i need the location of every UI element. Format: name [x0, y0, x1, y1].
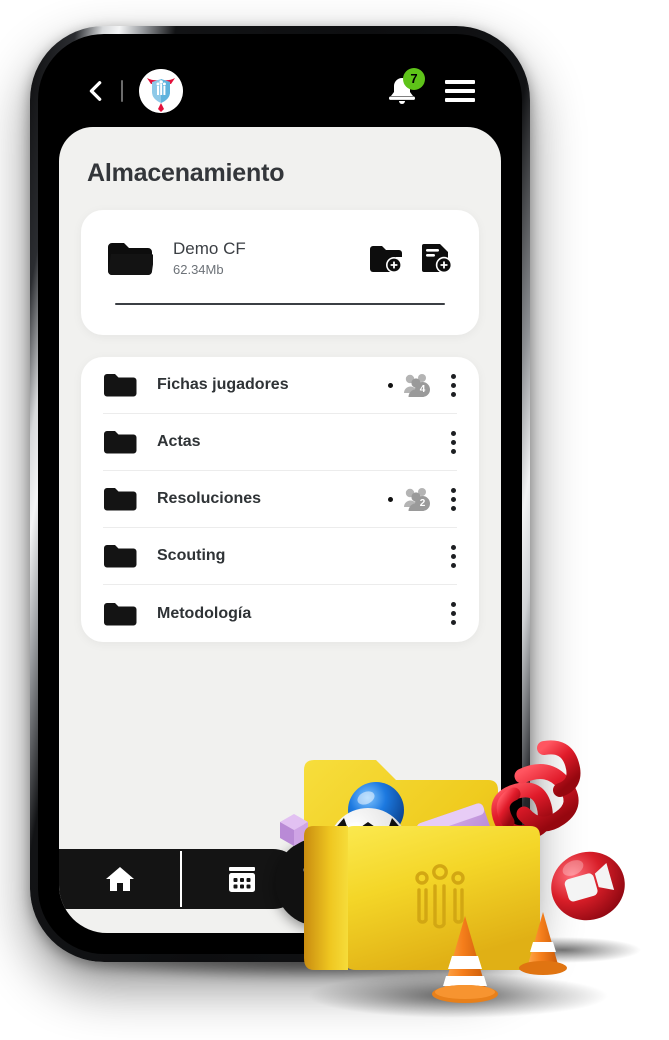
app-top-bar: 7 [59, 55, 501, 127]
kebab-menu-icon[interactable] [445, 370, 457, 401]
video-camera-badge [551, 851, 625, 921]
kebab-menu-icon[interactable] [445, 541, 457, 572]
back-chevron-icon[interactable] [85, 80, 107, 102]
purple-cube [280, 814, 308, 846]
folder-name: Scouting [157, 547, 226, 565]
root-folder-size: 62.34Mb [173, 262, 224, 278]
folder-row-scouting[interactable]: Scouting [103, 528, 457, 586]
folder-icon [104, 488, 137, 511]
page-title: Almacenamiento [87, 159, 285, 187]
folder-share-indicator[interactable]: 2 [388, 487, 431, 512]
hamburger-menu-icon[interactable] [445, 80, 475, 102]
root-folder-row[interactable]: Demo CF 62.34Mb [107, 238, 453, 277]
calendar-icon [229, 867, 256, 892]
root-folder-divider [115, 303, 445, 306]
folder-row-resoluciones[interactable]: Resoluciones 2 [103, 471, 457, 529]
folder-name: Metodología [157, 604, 252, 622]
folder-icon [104, 431, 137, 454]
folder-name: Fichas jugadores [157, 376, 289, 394]
add-file-icon[interactable] [421, 242, 453, 274]
people-group-icon: 4 [402, 373, 431, 398]
share-dot-icon [388, 382, 393, 388]
folder-name: Resoluciones [157, 490, 262, 508]
root-folder-actions [369, 242, 453, 274]
folder-name: Actas [157, 433, 201, 451]
folder-front-panel [344, 826, 540, 970]
folder-share-indicator[interactable]: 4 [388, 373, 431, 398]
kebab-menu-icon[interactable] [445, 484, 457, 515]
home-icon [105, 867, 134, 891]
add-folder-icon[interactable] [369, 243, 403, 273]
folder-icon [104, 545, 137, 568]
folder-icon [104, 602, 137, 626]
people-group-icon: 2 [402, 487, 431, 512]
folder-icon [104, 374, 137, 397]
notification-count-badge: 7 [403, 68, 425, 90]
folder-row-fichas-jugadores[interactable]: Fichas jugadores 4 [103, 357, 457, 415]
root-folder-name: Demo CF [173, 239, 246, 258]
root-folder-texts: Demo CF 62.34Mb [173, 238, 369, 277]
nav-home[interactable] [59, 849, 180, 909]
screenshot-root: 7 Almacenamiento Demo CF 62.34Mb Fichas … [0, 0, 669, 1040]
folder-row-metodologia[interactable]: Metodología [103, 585, 457, 642]
club-crest-logo[interactable] [139, 69, 183, 113]
share-dot-icon [388, 496, 393, 502]
folder-spine [304, 826, 348, 970]
kebab-menu-icon[interactable] [445, 427, 457, 458]
folder-list-card: Fichas jugadores 4 Actas Resoluciones 2 … [81, 357, 479, 643]
root-folder-card: Demo CF 62.34Mb [81, 210, 479, 336]
kebab-menu-icon[interactable] [445, 598, 457, 629]
red-whistle-spiral [491, 740, 581, 841]
folder-icon [108, 242, 153, 275]
3d-folder-illustration [258, 718, 658, 1038]
folder-row-actas[interactable]: Actas [103, 414, 457, 472]
notification-bell-button[interactable]: 7 [385, 68, 425, 108]
topbar-divider [121, 80, 123, 102]
